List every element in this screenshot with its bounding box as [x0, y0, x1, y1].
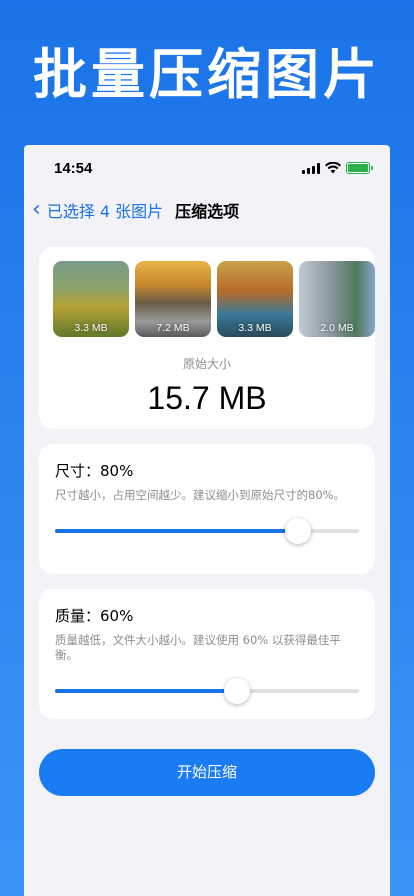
- back-label: 已选择 4 张图片: [46, 202, 164, 221]
- phone-screen: 14:54 ‹ 已选择 4 张图片 压缩选项 3.3 MB 7.2 MB 3.3…: [24, 145, 390, 896]
- back-button[interactable]: ‹ 已选择 4 张图片: [32, 198, 163, 222]
- nav-bar: ‹ 已选择 4 张图片 压缩选项: [24, 191, 390, 229]
- thumbnail-size: 3.3 MB: [238, 322, 272, 334]
- size-slider[interactable]: [55, 517, 359, 545]
- promo-title: 批量压缩图片: [33, 43, 381, 106]
- original-size-value: 15.7 MB: [147, 380, 267, 416]
- status-time: 14:54: [54, 159, 93, 177]
- selected-images-card: 3.3 MB 7.2 MB 3.3 MB 2.0 MB 原始大小 15.7 MB: [39, 247, 375, 429]
- quality-setting-card: 质量：60% 质量越低，文件大小越小。建议使用 60% 以获得最佳平衡。: [39, 589, 375, 719]
- thumbnail-size: 3.3 MB: [74, 322, 108, 334]
- thumbnail-list: 3.3 MB 7.2 MB 3.3 MB 2.0 MB: [53, 261, 375, 337]
- slider-fill: [55, 689, 238, 693]
- thumbnail-size: 2.0 MB: [320, 322, 354, 334]
- image-thumbnail[interactable]: 2.0 MB: [299, 261, 375, 337]
- image-thumbnail[interactable]: 7.2 MB: [135, 261, 211, 337]
- status-bar: 14:54: [24, 145, 390, 191]
- quality-title: 质量：60%: [55, 607, 134, 625]
- size-setting-card: 尺寸：80% 尺寸越小，占用空间越少。建议缩小到原始尺寸的80%。: [39, 444, 375, 574]
- wifi-icon: [325, 162, 341, 174]
- status-icons: [302, 162, 373, 174]
- image-thumbnail[interactable]: 3.3 MB: [217, 261, 293, 337]
- cellular-signal-icon: [302, 162, 320, 174]
- nav-title: 压缩选项: [175, 202, 240, 221]
- chevron-left-icon: ‹: [32, 197, 41, 222]
- image-thumbnail[interactable]: 3.3 MB: [53, 261, 129, 337]
- slider-fill: [55, 529, 299, 533]
- start-compress-button[interactable]: 开始压缩: [39, 749, 375, 796]
- quality-description: 质量越低，文件大小越小。建议使用 60% 以获得最佳平衡。: [55, 633, 341, 662]
- slider-thumb[interactable]: [285, 518, 312, 544]
- battery-icon: [346, 162, 373, 174]
- size-title: 尺寸：80%: [55, 462, 134, 480]
- original-size-label: 原始大小: [182, 357, 231, 371]
- slider-thumb[interactable]: [224, 678, 251, 704]
- size-description: 尺寸越小，占用空间越少。建议缩小到原始尺寸的80%。: [55, 488, 346, 502]
- quality-slider[interactable]: [55, 677, 359, 705]
- thumbnail-size: 7.2 MB: [156, 322, 190, 334]
